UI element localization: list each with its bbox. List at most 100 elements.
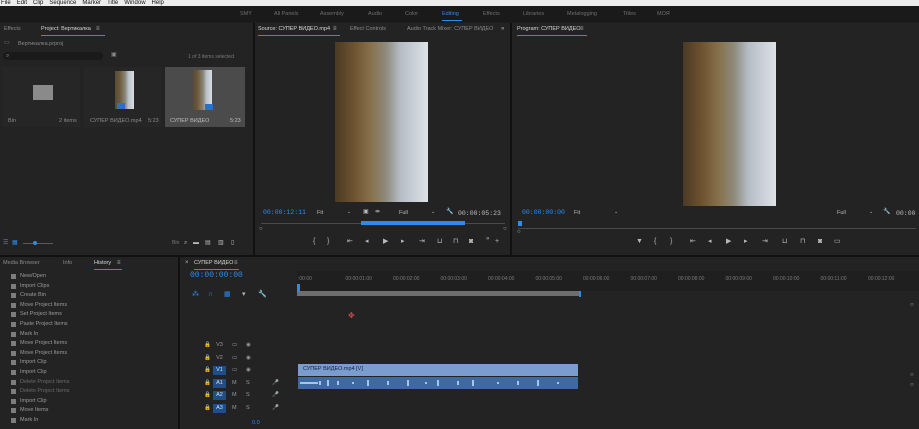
source-fit-dropdown[interactable]: Fit — [317, 210, 323, 216]
mute-icon[interactable]: M — [232, 405, 237, 411]
workspace-tab[interactable]: Libraries — [523, 11, 544, 17]
workspace-tab[interactable]: Titles — [623, 11, 636, 17]
history-item[interactable]: Move Project Items — [20, 302, 67, 308]
program-playhead[interactable] — [518, 221, 522, 226]
export-frame-icon[interactable]: ◙ — [469, 238, 473, 245]
solo-icon[interactable]: S — [246, 380, 250, 386]
drag-video-icon[interactable]: ⇹ — [375, 209, 380, 216]
history-item[interactable]: Import Clip — [20, 359, 47, 365]
lift-icon[interactable]: ⊔ — [782, 238, 787, 245]
more-tabs-icon[interactable]: » — [501, 26, 504, 33]
scroll-handle-icon[interactable]: ○ — [910, 302, 914, 309]
eye-icon[interactable]: ◉ — [246, 342, 251, 348]
close-tab-icon[interactable]: × — [185, 260, 189, 267]
panel-menu-icon[interactable]: ≡ — [333, 26, 337, 33]
source-in-out-range[interactable] — [361, 221, 465, 225]
new-item-icon-2[interactable]: ▥ — [218, 240, 224, 247]
go-to-in-icon[interactable]: ⇤ — [690, 238, 696, 245]
history-item[interactable]: Move Items — [20, 407, 48, 413]
add-marker-icon[interactable]: ▾ — [242, 291, 246, 298]
tab-effect-controls[interactable]: Effect Controls — [350, 23, 386, 36]
video-clip[interactable]: СУПЕР ВИДЕО.mp4 [V] — [298, 364, 578, 376]
step-forward-icon[interactable]: ▸ — [401, 238, 405, 245]
lock-icon[interactable]: 🔒 — [204, 342, 211, 348]
workspace-tab[interactable]: Audio — [368, 11, 382, 17]
mark-in-icon[interactable]: { — [313, 238, 315, 245]
workspace-tab[interactable]: Effects — [483, 11, 500, 17]
audio-clip[interactable] — [298, 377, 578, 389]
history-item[interactable]: Paste Project Items — [20, 321, 68, 327]
workspace-tab-active[interactable]: Editing — [442, 11, 459, 17]
trash-icon[interactable]: ▯ — [231, 240, 234, 247]
icon-view-icon[interactable]: ▦ — [12, 240, 18, 247]
wrench-icon[interactable]: 🔧 — [446, 209, 453, 216]
snap-icon[interactable]: ∩ — [208, 291, 213, 298]
voiceover-mic-icon[interactable]: 🎤 — [272, 380, 279, 386]
mute-icon[interactable]: M — [232, 392, 237, 398]
search-input[interactable] — [3, 52, 103, 60]
tab-info[interactable]: Info — [63, 257, 72, 270]
workspace-tab[interactable]: МОЯ — [657, 11, 670, 17]
lock-icon[interactable]: 🔒 — [204, 405, 211, 411]
history-item[interactable]: Move Project Items — [20, 340, 67, 346]
settings-wrench-icon[interactable]: 🔧 — [258, 291, 267, 298]
mark-out-icon[interactable]: } — [327, 238, 329, 245]
more-controls-icon[interactable]: » — [486, 236, 489, 243]
sync-lock-icon[interactable]: ▭ — [232, 367, 237, 373]
history-item[interactable]: Import Clip — [20, 369, 47, 375]
play-icon[interactable]: ▶ — [383, 238, 388, 245]
program-quality-dropdown[interactable]: Full — [837, 210, 846, 216]
history-item[interactable]: Import Clips — [20, 283, 49, 289]
track-target-v1[interactable]: V1 — [213, 366, 226, 375]
new-item-icon[interactable]: ▤ — [205, 240, 211, 247]
voiceover-mic-icon[interactable]: 🎤 — [272, 405, 279, 411]
workspace-tab[interactable]: All Panels — [274, 11, 298, 17]
bin-label-icon[interactable]: Bin — [172, 240, 179, 247]
vertical-divider[interactable] — [510, 23, 512, 255]
play-icon[interactable]: ▶ — [726, 238, 731, 245]
go-to-in-icon[interactable]: ⇤ — [347, 238, 353, 245]
track-target-v2[interactable]: V2 — [213, 354, 226, 363]
panel-menu-icon[interactable]: ≡ — [117, 260, 121, 267]
program-scrubber[interactable] — [518, 228, 916, 229]
workspace-tab[interactable]: Color — [405, 11, 418, 17]
extract-icon[interactable]: ⊓ — [800, 238, 805, 245]
tab-audio-track-mixer[interactable]: Audio Track Mixer: СУПЕР ВИДЕО — [407, 23, 493, 36]
new-bin-bottom-icon[interactable]: ▬ — [193, 240, 199, 247]
lock-icon[interactable]: 🔒 — [204, 355, 211, 361]
insert-overwrite-icon[interactable]: ▣ — [363, 209, 369, 216]
playhead-icon[interactable]: ○ — [517, 229, 521, 236]
track-target-a1[interactable]: A1 — [213, 378, 226, 388]
scroll-handle-icon[interactable]: ○ — [910, 382, 914, 389]
solo-icon[interactable]: S — [246, 392, 250, 398]
playhead-icon[interactable]: ○ — [259, 226, 263, 233]
track-target-a2[interactable]: A2 — [213, 391, 226, 400]
program-timecode-current[interactable]: 00:00:00:00 — [522, 209, 565, 216]
source-timecode-current[interactable]: 00:00:12:11 — [263, 209, 306, 216]
voiceover-mic-icon[interactable]: 🎤 — [272, 392, 279, 398]
workspace-tab[interactable]: Metalogging — [567, 11, 597, 17]
step-forward-icon[interactable]: ▸ — [744, 238, 748, 245]
vertical-divider[interactable] — [178, 257, 180, 429]
sync-lock-icon[interactable]: ▭ — [232, 355, 237, 361]
scroll-handle-icon[interactable]: ○ — [910, 372, 914, 379]
mute-icon[interactable]: M — [232, 380, 237, 386]
history-item[interactable]: Create Bin — [20, 292, 46, 298]
go-to-out-icon[interactable]: ⇥ — [419, 238, 425, 245]
add-button-icon[interactable]: + — [495, 238, 499, 245]
eye-icon[interactable]: ◉ — [246, 355, 251, 361]
workspace-tab[interactable]: Assembly — [320, 11, 344, 17]
work-area-bar[interactable] — [297, 291, 579, 296]
list-view-icon[interactable]: ☰ — [3, 240, 8, 247]
nest-icon[interactable]: ⁂ — [192, 291, 199, 298]
history-item[interactable]: Mark In — [20, 331, 38, 337]
history-item[interactable]: Import Clip — [20, 398, 47, 404]
add-marker-icon[interactable]: ▼ — [636, 238, 643, 245]
mix-volume-value[interactable]: 0.0 — [252, 420, 260, 426]
zoom-slider[interactable] — [23, 243, 53, 244]
insert-icon[interactable]: ⊔ — [437, 238, 442, 245]
program-fit-dropdown[interactable]: Fit — [574, 210, 580, 216]
eye-icon[interactable]: ◉ — [246, 367, 251, 373]
panel-menu-icon[interactable]: ≡ — [580, 26, 584, 33]
tab-media-browser[interactable]: Media Browser — [3, 257, 40, 270]
